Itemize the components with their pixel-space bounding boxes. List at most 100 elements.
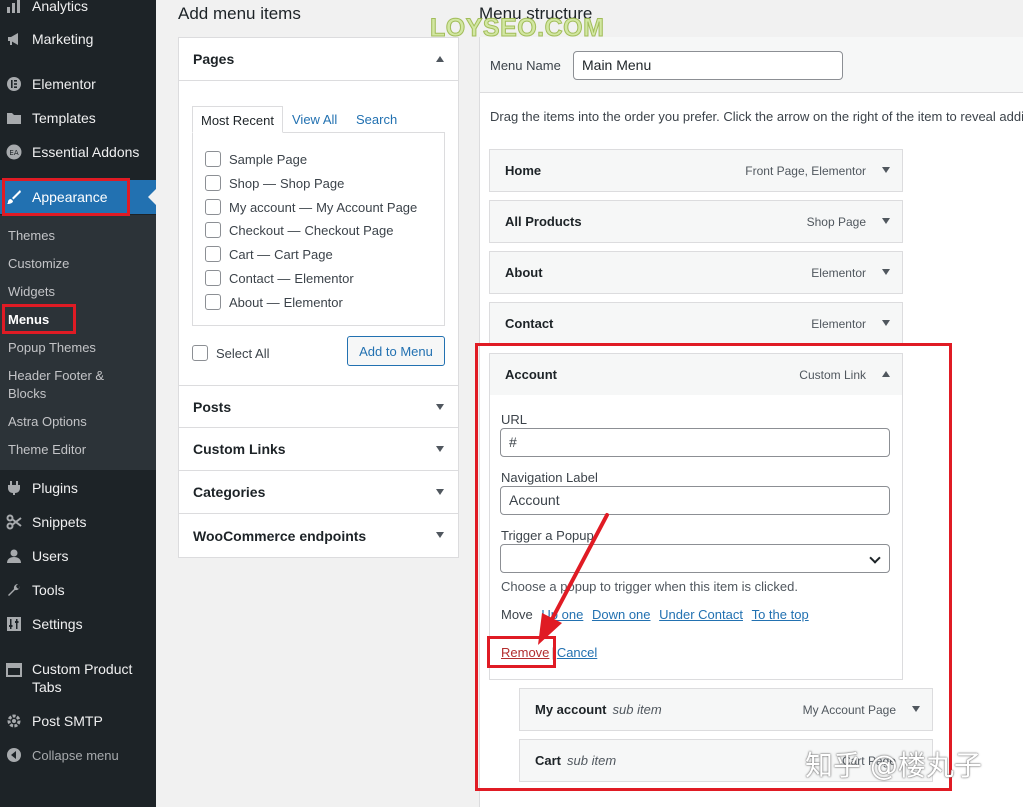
sidebar-item-label: Post SMTP — [32, 713, 103, 729]
caret-down-icon — [436, 532, 444, 538]
sidebar-item-custom-product-tabs[interactable]: Custom Product Tabs — [0, 652, 156, 696]
menu-item-home[interactable]: Home Front Page, Elementor — [489, 149, 903, 192]
scissors-icon — [6, 514, 22, 530]
submenu-astra-options[interactable]: Astra Options — [8, 413, 87, 431]
caret-up-icon[interactable] — [882, 371, 890, 377]
checkbox[interactable] — [205, 270, 221, 286]
accordion-title: Categories — [193, 484, 266, 500]
page-title: Sample Page — [229, 151, 308, 167]
page-checkbox-row[interactable]: Sample Page — [205, 151, 307, 167]
add-menu-items-accordion: Pages Most Recent View All Search Sample… — [178, 37, 459, 558]
submenu-menus[interactable]: Menus — [8, 311, 49, 329]
page-title: Checkout — — [229, 222, 301, 238]
accordion-posts-header[interactable]: Posts — [179, 385, 458, 428]
menu-item-type: Elementor — [811, 316, 866, 331]
select-all-row[interactable]: Select All — [192, 345, 269, 361]
page-checkbox-row[interactable]: About — Elementor — [205, 294, 343, 310]
sidebar-item-label: Essential Addons — [32, 144, 140, 160]
collapse-arrow-icon — [6, 747, 22, 763]
sidebar-item-analytics[interactable]: Analytics — [0, 0, 156, 23]
sidebar-item-templates[interactable]: Templates — [0, 101, 156, 135]
active-indicator — [148, 189, 156, 205]
sidebar-item-snippets[interactable]: Snippets — [0, 505, 156, 539]
tab-view-all[interactable]: View All — [284, 106, 345, 133]
collapse-menu-button[interactable]: Collapse menu — [0, 738, 156, 772]
sidebar-item-label: Appearance — [32, 189, 108, 205]
sidebar-item-users[interactable]: Users — [0, 539, 156, 573]
menu-item-label: Home — [505, 163, 542, 178]
checkbox[interactable] — [205, 246, 221, 262]
accordion-title: Pages — [193, 51, 235, 67]
menu-item-label: Contact — [505, 316, 554, 331]
submenu-customize[interactable]: Customize — [8, 255, 69, 273]
caret-down-icon[interactable] — [882, 269, 890, 275]
submenu-header-footer-blocks[interactable]: Header Footer & Blocks — [8, 367, 128, 403]
menu-item-label: Account — [505, 367, 557, 382]
sidebar-item-appearance[interactable]: Appearance — [0, 180, 156, 214]
add-to-menu-button[interactable]: Add to Menu — [347, 336, 445, 366]
plug-icon — [6, 480, 22, 496]
sidebar-item-settings[interactable]: Settings — [0, 607, 156, 641]
checkbox[interactable] — [205, 222, 221, 238]
page-checkbox-row[interactable]: My account — My Account Page — [205, 199, 417, 215]
caret-down-icon[interactable] — [882, 218, 890, 224]
checkbox[interactable] — [205, 151, 221, 167]
checkbox[interactable] — [205, 294, 221, 310]
move-under-contact-link[interactable]: Under Contact — [659, 607, 743, 622]
move-to-top-link[interactable]: To the top — [752, 607, 809, 622]
accordion-woocommerce-endpoints-header[interactable]: WooCommerce endpoints — [179, 514, 458, 557]
tab-search[interactable]: Search — [348, 106, 405, 133]
menu-item-about[interactable]: About Elementor — [489, 251, 903, 294]
ea-icon: EA — [6, 144, 22, 160]
url-label: URL — [501, 412, 528, 427]
page-checkbox-row[interactable]: Cart — Cart Page — [205, 246, 333, 262]
menu-item-all-products[interactable]: All Products Shop Page — [489, 200, 903, 243]
annotation-arrow — [538, 513, 609, 645]
page-title: About — — [229, 294, 280, 310]
tab-most-recent[interactable]: Most Recent — [192, 106, 283, 133]
menu-item-account[interactable]: Account Custom Link — [489, 353, 903, 396]
megaphone-icon — [6, 31, 22, 47]
pages-tabs: Most Recent View All Search — [192, 106, 445, 133]
submenu-themes[interactable]: Themes — [8, 227, 55, 245]
accordion-pages-header[interactable]: Pages — [179, 38, 458, 81]
brand-watermark: LOYSEO.COM — [429, 14, 605, 43]
caret-up-icon — [436, 56, 444, 62]
tabs-icon — [6, 662, 22, 678]
zhihu-watermark: 知乎 @楼丸子 — [805, 749, 982, 782]
caret-down-icon — [436, 489, 444, 495]
sidebar-item-plugins[interactable]: Plugins — [0, 471, 156, 505]
page-title: Shop — — [229, 175, 276, 191]
menu-item-label: All Products — [505, 214, 582, 229]
accordion-title: Custom Links — [193, 441, 286, 457]
caret-down-icon[interactable] — [912, 706, 920, 712]
menu-subitem-my-account[interactable]: My account sub item My Account Page — [519, 688, 933, 731]
menu-name-input[interactable]: Main Menu — [573, 51, 843, 80]
submenu-theme-editor[interactable]: Theme Editor — [8, 441, 86, 459]
submenu-popup-themes[interactable]: Popup Themes — [8, 339, 96, 357]
sidebar-item-label: Plugins — [32, 480, 78, 496]
caret-down-icon[interactable] — [882, 320, 890, 326]
url-input[interactable]: # — [500, 428, 890, 457]
appearance-submenu: Themes Customize Widgets Menus Popup The… — [0, 215, 156, 470]
sidebar-item-label: Analytics — [32, 0, 89, 14]
page-checkbox-row[interactable]: Contact — Elementor — [205, 270, 354, 286]
sub-item-title: Cart — [535, 753, 562, 768]
accordion-custom-links-header[interactable]: Custom Links — [179, 428, 458, 471]
checkbox[interactable] — [205, 175, 221, 191]
checkbox[interactable] — [205, 199, 221, 215]
sidebar-item-tools[interactable]: Tools — [0, 573, 156, 607]
accordion-title: WooCommerce endpoints — [193, 527, 367, 544]
menu-item-contact[interactable]: Contact Elementor — [489, 302, 903, 345]
sidebar-item-essential-addons[interactable]: EA Essential Addons — [0, 135, 156, 169]
caret-down-icon[interactable] — [882, 167, 890, 173]
page-checkbox-row[interactable]: Shop — Shop Page — [205, 175, 344, 191]
sidebar-item-marketing[interactable]: Marketing — [0, 22, 156, 56]
sidebar-item-post-smtp[interactable]: Post SMTP — [0, 704, 156, 738]
page-checkbox-row[interactable]: Checkout — Checkout Page — [205, 222, 393, 238]
paintbrush-icon — [6, 189, 22, 205]
submenu-widgets[interactable]: Widgets — [8, 283, 55, 301]
sidebar-item-elementor[interactable]: Elementor — [0, 67, 156, 101]
select-all-checkbox[interactable] — [192, 345, 208, 361]
accordion-categories-header[interactable]: Categories — [179, 471, 458, 514]
